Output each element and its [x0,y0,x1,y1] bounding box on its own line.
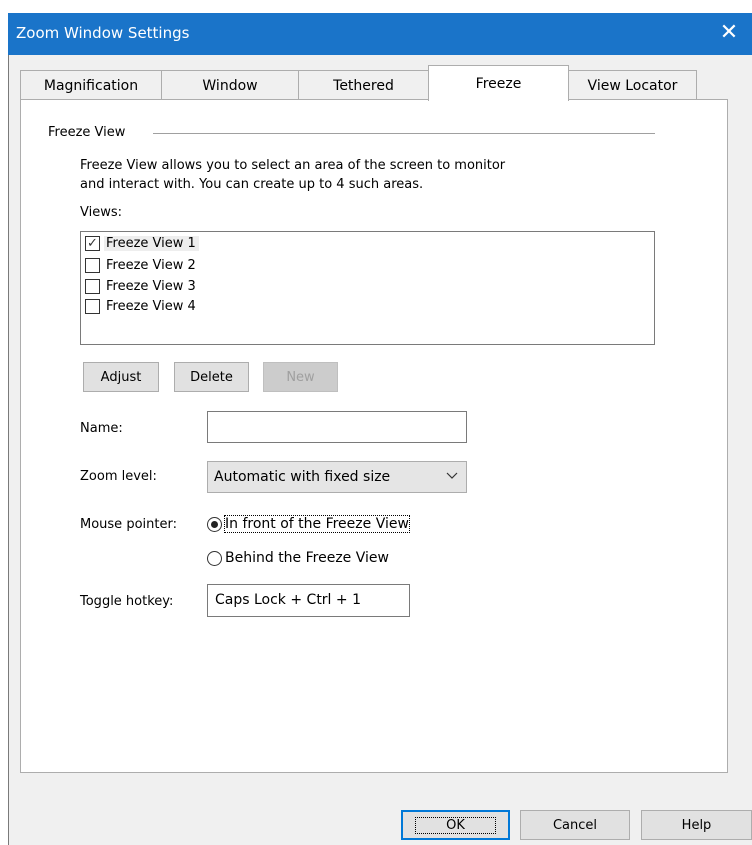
close-icon[interactable]: ✕ [716,17,742,47]
tab-tethered[interactable]: Tethered [298,70,429,100]
window-title: Zoom Window Settings [16,24,190,42]
tab-magnification[interactable]: Magnification [20,70,162,100]
tab-view-locator[interactable]: View Locator [568,70,697,100]
tab-freeze[interactable]: Freeze [428,65,569,101]
tab-window[interactable]: Window [161,70,299,100]
freeze-tab-panel [20,99,728,773]
title-bar: Zoom Window Settings ✕ [8,13,752,55]
